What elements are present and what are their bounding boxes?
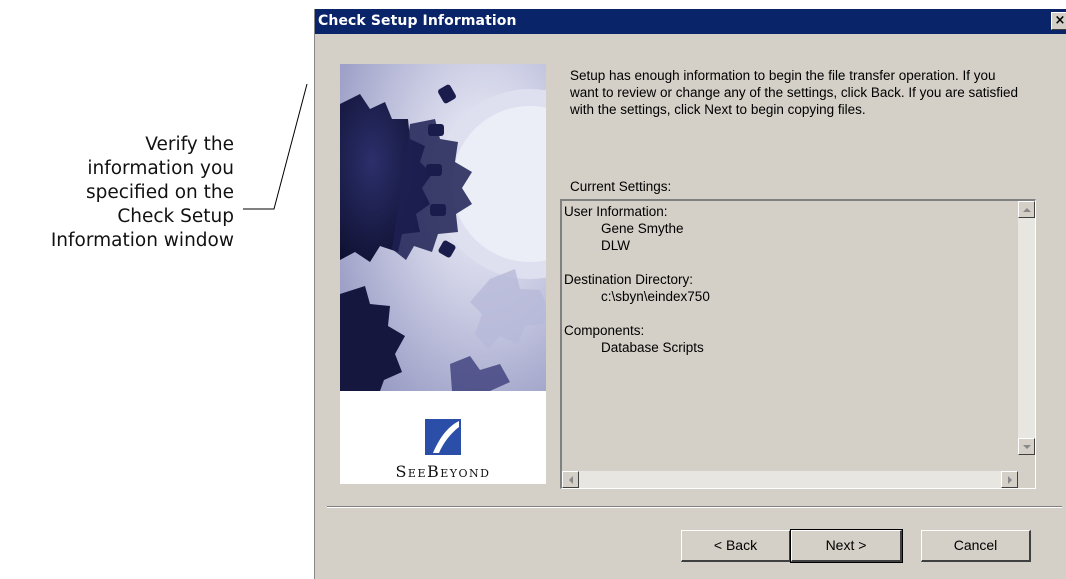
callout-line-4: Check Setup: [117, 206, 234, 227]
scroll-down-button[interactable]: [1018, 438, 1035, 455]
callout-text: Verify the information you specified on …: [0, 133, 234, 253]
title-bar[interactable]: Check Setup Information ×: [315, 9, 1066, 34]
callout-line-3: specified on the: [85, 182, 234, 203]
arrow-down-icon: [1023, 445, 1031, 449]
gears-image: [340, 64, 546, 391]
current-settings-label: Current Settings:: [570, 179, 672, 194]
back-button[interactable]: < Back: [681, 530, 791, 562]
user-company-value: DLW: [601, 238, 630, 253]
vertical-scrollbar[interactable]: [1018, 201, 1035, 455]
settings-textarea[interactable]: User Information: Gene Smythe DLW Destin…: [560, 199, 1036, 489]
seebeyond-logo-icon: [425, 419, 461, 455]
cancel-button[interactable]: Cancel: [921, 530, 1031, 562]
components-heading: Components:: [564, 323, 645, 338]
window-title: Check Setup Information: [318, 13, 517, 29]
arrow-right-icon: [1008, 476, 1012, 484]
settings-content: User Information: Gene Smythe DLW Destin…: [564, 203, 1019, 356]
seebeyond-logo-text: SeeBeyond: [395, 462, 491, 481]
horizontal-scrollbar[interactable]: [562, 471, 1018, 488]
description-text: Setup has enough information to begin th…: [570, 68, 1018, 117]
user-name-value: Gene Smythe: [601, 221, 684, 236]
callout-line-5: Information window: [50, 230, 234, 251]
arrow-left-icon: [569, 476, 573, 484]
arrow-up-icon: [1023, 208, 1031, 212]
next-button[interactable]: Next >: [790, 529, 903, 563]
callout-line-2: information you: [87, 158, 234, 179]
close-button[interactable]: ×: [1051, 12, 1066, 30]
close-icon: ×: [1054, 13, 1066, 28]
scroll-left-button[interactable]: [562, 471, 579, 488]
destination-heading: Destination Directory:: [564, 272, 694, 287]
callout-line-1: Verify the: [145, 134, 234, 155]
scrollbar-corner: [1018, 471, 1035, 488]
scroll-right-button[interactable]: [1001, 471, 1018, 488]
banner-image: SeeBeyond: [340, 64, 546, 484]
user-info-heading: User Information:: [564, 204, 668, 219]
components-value: Database Scripts: [601, 340, 704, 355]
setup-dialog: Check Setup Information × SeeBeyond Setu…: [314, 9, 1066, 579]
destination-value: c:\sbyn\eindex750: [601, 289, 710, 304]
scroll-up-button[interactable]: [1018, 201, 1035, 218]
